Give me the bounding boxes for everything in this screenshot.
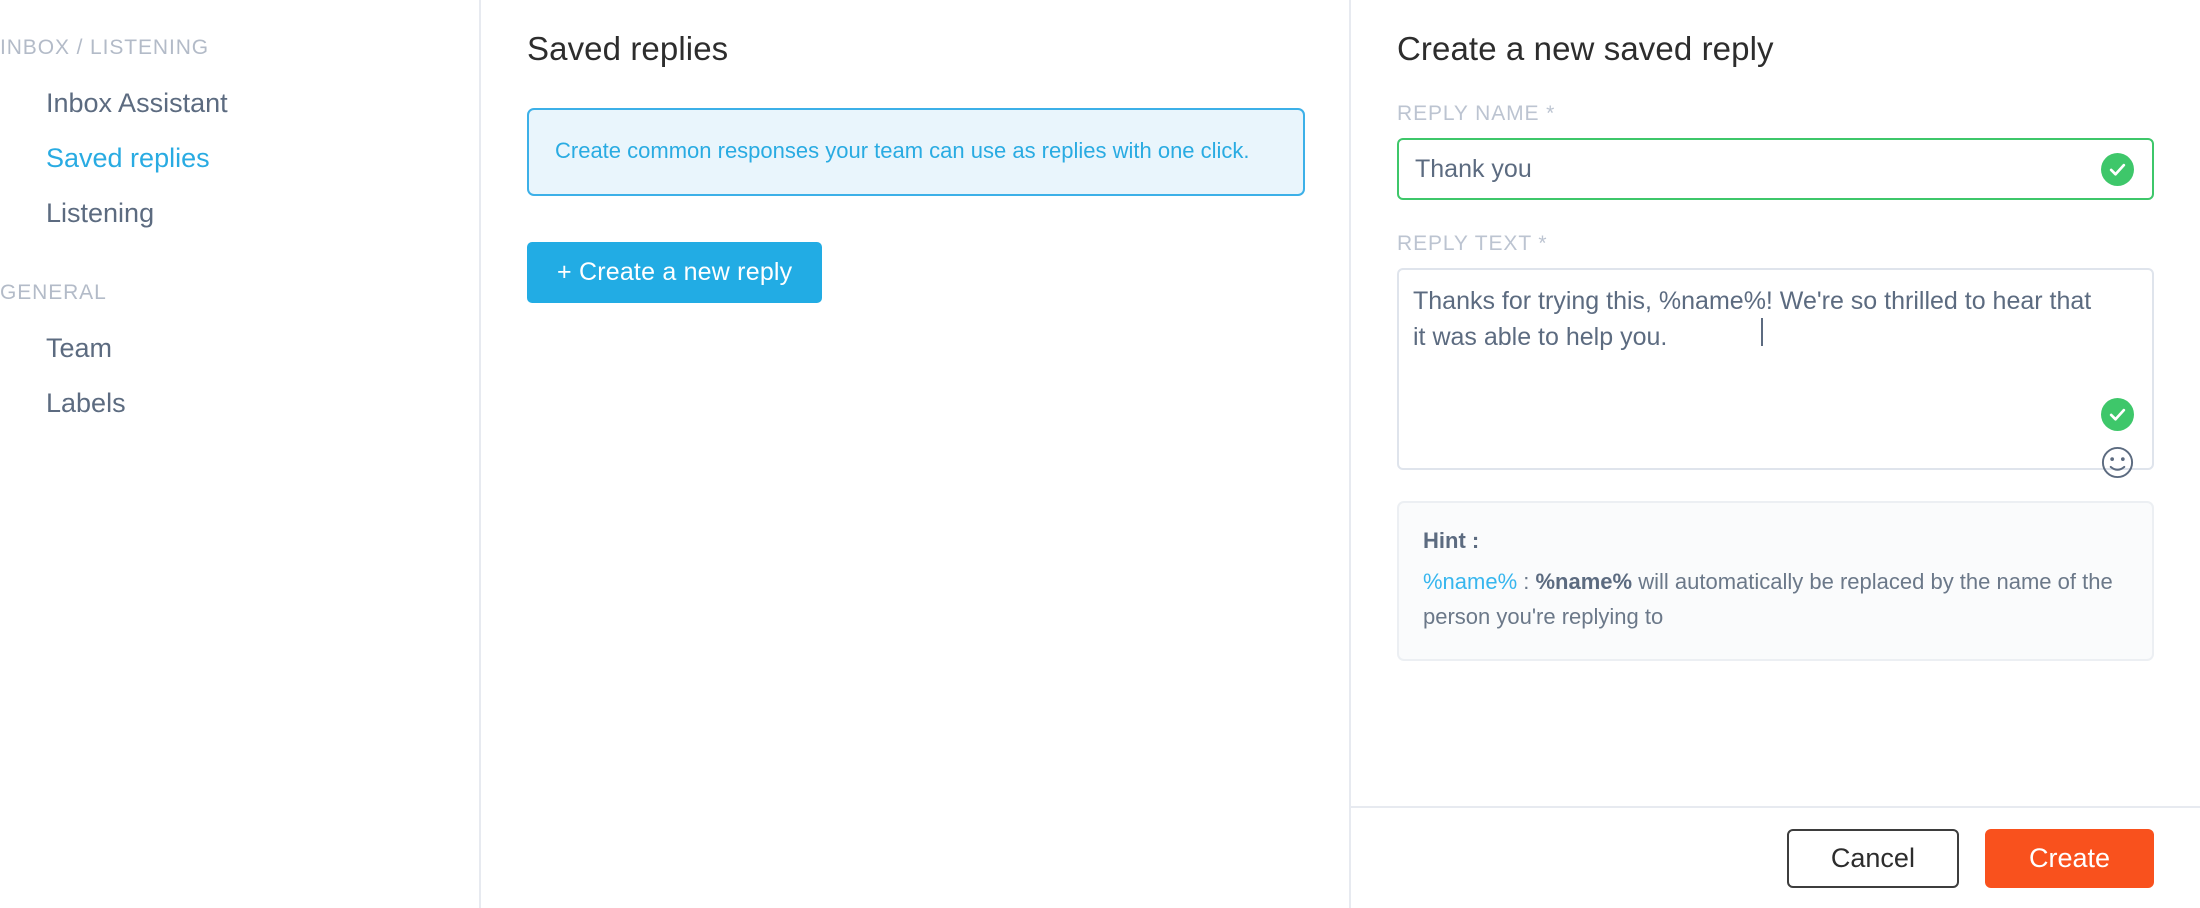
sidebar-item-team[interactable]: Team	[0, 321, 479, 376]
reply-text-input[interactable]: Thanks for trying this, %name%! We're so…	[1397, 268, 2154, 470]
sidebar-item-label: Team	[46, 333, 112, 363]
hint-token: %name%	[1423, 569, 1517, 594]
hint-box: Hint : %name% : %name% will automaticall…	[1397, 501, 2154, 661]
info-callout: Create common responses your team can us…	[527, 108, 1305, 196]
text-caret	[1761, 318, 1763, 346]
sidebar-item-labels[interactable]: Labels	[0, 376, 479, 431]
app-root: INBOX / LISTENING Inbox Assistant Saved …	[0, 0, 2200, 908]
sidebar-item-label: Labels	[46, 388, 126, 418]
form-body: Create a new saved reply REPLY NAME * RE…	[1351, 0, 2200, 806]
sidebar: INBOX / LISTENING Inbox Assistant Saved …	[0, 0, 481, 908]
sidebar-item-listening[interactable]: Listening	[0, 186, 479, 241]
reply-name-field-wrap	[1397, 138, 2154, 200]
create-saved-reply-panel: Create a new saved reply REPLY NAME * RE…	[1351, 0, 2200, 908]
sidebar-section-title-inbox: INBOX / LISTENING	[0, 36, 479, 60]
reply-text-field-wrap: Thanks for trying this, %name%! We're so…	[1397, 268, 2154, 475]
page-title: Saved replies	[527, 30, 1303, 68]
create-button[interactable]: Create	[1985, 829, 2154, 888]
reply-text-label: REPLY TEXT *	[1397, 232, 2154, 256]
form-footer: Cancel Create	[1351, 806, 2200, 908]
check-circle-icon	[2101, 153, 2134, 186]
check-circle-icon	[2101, 398, 2134, 431]
create-new-reply-button[interactable]: + Create a new reply	[527, 242, 822, 303]
sidebar-item-label: Listening	[46, 198, 154, 228]
sidebar-item-label: Inbox Assistant	[46, 88, 228, 118]
hint-body-line: %name% : %name% will automatically be re…	[1423, 564, 2128, 634]
hint-title: Hint :	[1423, 523, 2128, 558]
hint-separator: :	[1517, 569, 1535, 594]
form-title: Create a new saved reply	[1397, 30, 2154, 68]
cancel-button[interactable]: Cancel	[1787, 829, 1959, 888]
saved-replies-panel: Saved replies Create common responses yo…	[481, 0, 1351, 908]
hint-token-bold: %name%	[1536, 569, 1633, 594]
smiley-face-icon[interactable]	[2100, 445, 2135, 480]
info-callout-text: Create common responses your team can us…	[555, 138, 1250, 163]
reply-name-label: REPLY NAME *	[1397, 102, 2154, 126]
reply-name-input[interactable]	[1397, 138, 2154, 200]
sidebar-item-inbox-assistant[interactable]: Inbox Assistant	[0, 76, 479, 131]
sidebar-item-label: Saved replies	[46, 143, 210, 173]
sidebar-item-saved-replies[interactable]: Saved replies	[0, 131, 479, 186]
sidebar-section-title-general: GENERAL	[0, 281, 479, 305]
